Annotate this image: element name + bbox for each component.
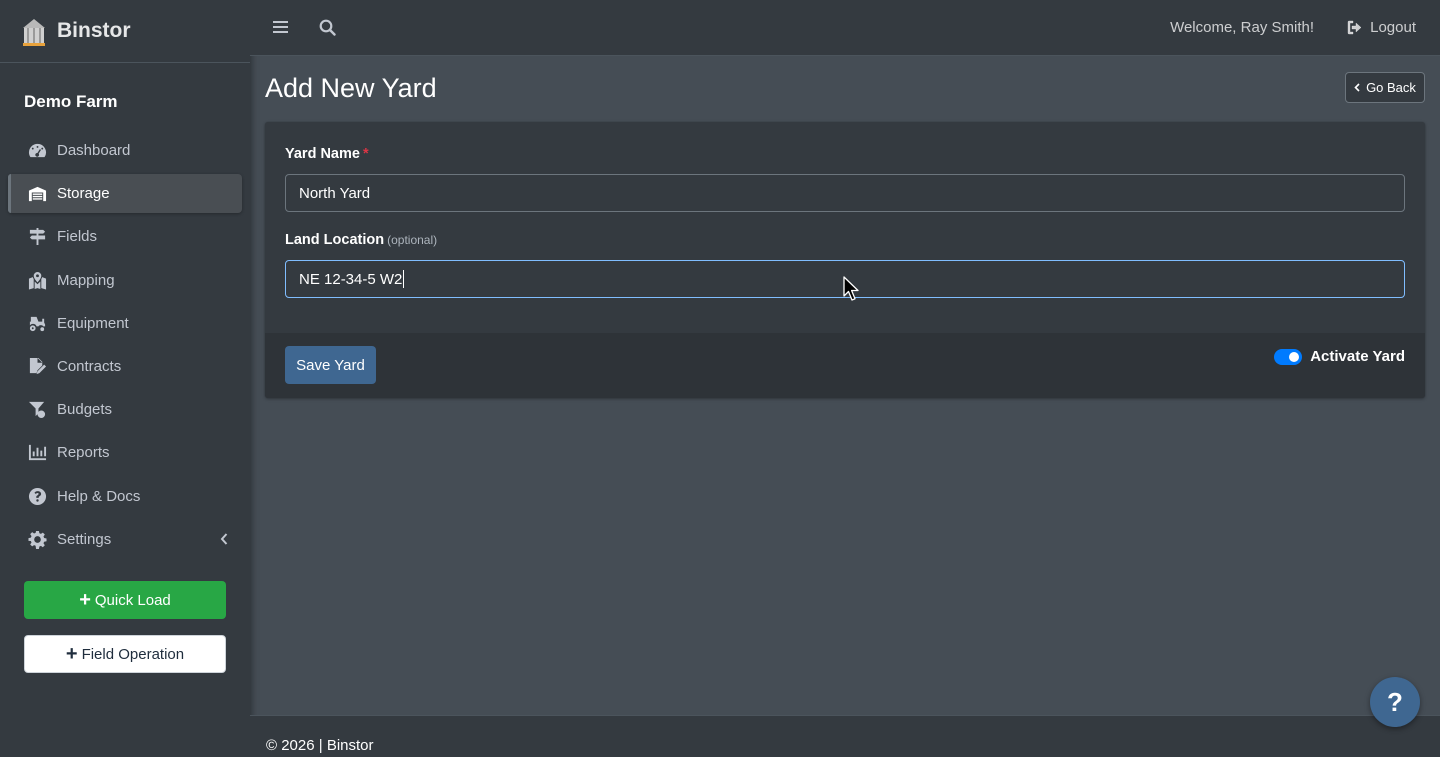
question-circle-icon	[27, 487, 47, 505]
welcome-message: Welcome, Ray Smith!	[1170, 19, 1314, 36]
sidebar-item-label: Mapping	[57, 271, 115, 289]
go-back-button[interactable]: Go Back	[1345, 72, 1425, 103]
required-asterisk: *	[362, 146, 369, 162]
grain-bin-logo-icon	[23, 19, 45, 46]
tachometer-icon	[27, 142, 47, 160]
sidebar-item-label: Budgets	[57, 401, 113, 419]
sidebar-item-dashboard[interactable]: Dashboard	[8, 131, 242, 170]
sidebar-item-help-docs[interactable]: Help & Docs	[8, 477, 242, 516]
form-footer: Save Yard Activate Yard	[265, 333, 1425, 398]
chart-bar-icon	[27, 444, 47, 462]
chevron-left-icon	[1354, 83, 1360, 92]
optional-hint: (optional)	[387, 233, 438, 247]
tractor-icon	[27, 314, 47, 332]
sidebar-item-equipment[interactable]: Equipment	[8, 304, 242, 343]
activate-yard-label: Activate Yard	[1310, 348, 1405, 365]
land-location-label: Land Location (optional)	[285, 232, 438, 248]
activate-yard-switch[interactable]: Activate Yard	[1274, 348, 1405, 365]
top-navbar: Welcome, Ray Smith! Logout	[250, 0, 1440, 56]
farm-name: Demo Farm	[24, 92, 118, 111]
field-operation-button[interactable]: + Field Operation	[24, 635, 226, 673]
plus-icon: +	[65, 643, 78, 665]
sidebar-item-settings[interactable]: Settings	[8, 520, 242, 559]
text-caret	[403, 270, 405, 288]
yard-name-input[interactable]: North Yard	[285, 174, 1405, 212]
page-footer: © 2026 | Binstor	[250, 715, 1440, 757]
sidebar-item-reports[interactable]: Reports	[8, 433, 242, 472]
chevron-left-icon	[220, 533, 228, 545]
map-marked-icon	[27, 271, 47, 290]
sidebar-item-contracts[interactable]: Contracts	[8, 347, 242, 386]
sidebar-item-label: Storage	[57, 185, 110, 203]
sidebar-item-fields[interactable]: Fields	[8, 217, 242, 256]
hamburger-icon[interactable]	[273, 20, 289, 34]
search-icon[interactable]	[319, 19, 336, 36]
sidebar-item-label: Dashboard	[57, 142, 131, 159]
funnel-dollar-icon	[27, 401, 47, 419]
file-signature-icon	[27, 357, 47, 375]
logout-link[interactable]: Logout	[1347, 19, 1416, 36]
sidebar-item-budgets[interactable]: Budgets	[8, 390, 242, 429]
help-floating-button[interactable]: ?	[1370, 677, 1420, 727]
sign-out-icon	[1347, 20, 1362, 35]
signs-icon	[27, 228, 47, 246]
sidebar-nav: Dashboard Storage Fields Mapping Equipme…	[8, 131, 242, 563]
cog-icon	[27, 530, 47, 549]
toggle-switch[interactable]	[1274, 348, 1303, 365]
add-yard-form-card: Yard Name * North Yard Land Location (opti…	[265, 122, 1425, 398]
plus-icon: +	[79, 589, 91, 611]
brand-name: Binstor	[57, 19, 131, 42]
quick-load-button[interactable]: + Quick Load	[24, 581, 226, 619]
sidebar-item-label: Help & Docs	[57, 487, 141, 505]
sidebar-item-label: Equipment	[57, 314, 129, 332]
mouse-pointer-icon	[843, 276, 859, 301]
sidebar: Binstor Demo Farm Dashboard Storage Fiel…	[0, 0, 250, 757]
yard-name-label: Yard Name *	[285, 146, 369, 162]
sidebar-item-storage[interactable]: Storage	[8, 174, 242, 214]
warehouse-icon	[27, 185, 47, 203]
page-title: Add New Yard	[265, 73, 437, 103]
save-yard-button[interactable]: Save Yard	[285, 346, 376, 384]
sidebar-item-label: Contracts	[57, 357, 122, 375]
sidebar-item-label: Reports	[57, 444, 110, 462]
sidebar-item-mapping[interactable]: Mapping	[8, 261, 242, 300]
brand-link[interactable]: Binstor	[0, 0, 250, 63]
sidebar-item-label: Fields	[57, 228, 98, 246]
sidebar-item-label: Settings	[57, 530, 112, 548]
copyright-text: © 2026 | Binstor	[266, 737, 374, 754]
